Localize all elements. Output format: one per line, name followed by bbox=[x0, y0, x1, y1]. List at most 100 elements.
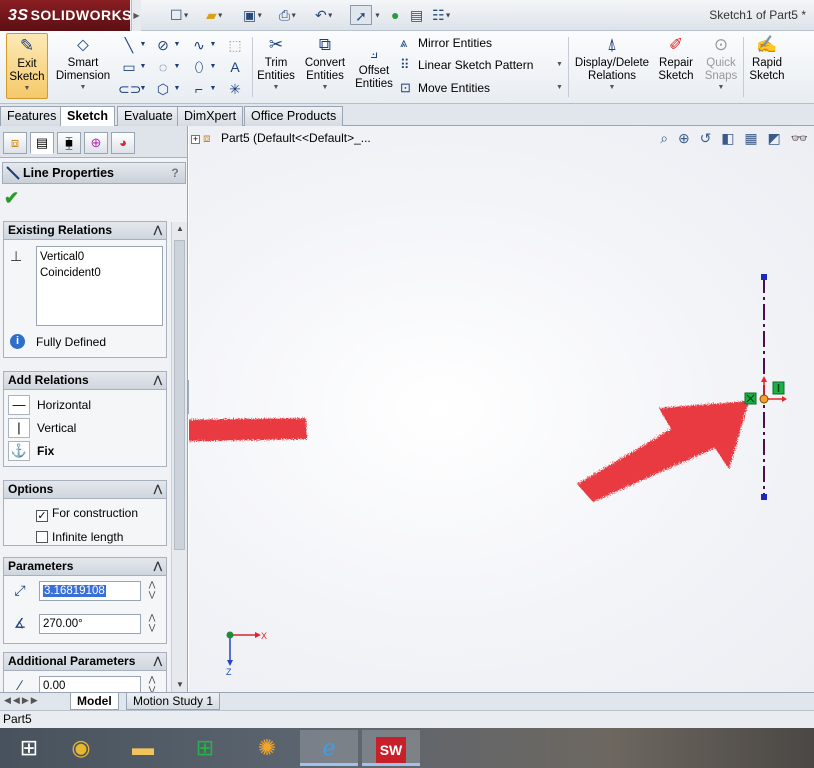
open-button[interactable]: ▰▼ bbox=[206, 5, 236, 25]
feature-manager-tab[interactable]: ⧈ bbox=[3, 132, 27, 154]
line-end-point[interactable] bbox=[761, 494, 767, 500]
spline-icon[interactable]: ∿ bbox=[188, 35, 210, 55]
collapse-icon[interactable]: ⋀ bbox=[154, 653, 162, 670]
collapse-icon[interactable]: ⋀ bbox=[154, 481, 162, 498]
rectangle-icon[interactable]: ▭ bbox=[118, 57, 140, 77]
spline-dropdown[interactable]: ▼ bbox=[208, 35, 218, 55]
additional-parameter-stepper[interactable]: ⋀ ⋁ bbox=[145, 675, 159, 692]
tab-navigation-arrows[interactable]: ◀◀▶▶ bbox=[4, 695, 40, 706]
coincident-relation-icon[interactable] bbox=[744, 392, 757, 405]
list-item[interactable]: Vertical0 bbox=[40, 249, 159, 265]
help-button[interactable]: ? bbox=[168, 165, 182, 181]
angle-stepper[interactable]: ⋀ ⋁ bbox=[145, 613, 159, 635]
select-dropdown[interactable]: ▼ bbox=[374, 5, 386, 25]
solidworks-logo[interactable]: 3S SOLIDWORKS bbox=[0, 0, 132, 31]
file-explorer-taskbar-button[interactable]: ▬ bbox=[114, 730, 172, 766]
scroll-down-icon[interactable]: ▼ bbox=[172, 678, 187, 692]
for-construction-checkbox[interactable]: ✓ For construction bbox=[36, 506, 138, 522]
fix-relation-button[interactable]: ⚓ Fix bbox=[7, 440, 162, 462]
angle-input[interactable]: 270.00° bbox=[39, 614, 141, 634]
move-entities-button[interactable]: ⊡ Move Entities ▼ bbox=[400, 78, 563, 98]
add-relations-header[interactable]: Add Relations ⋀ bbox=[4, 372, 166, 390]
options-button[interactable]: ☷▼ bbox=[432, 5, 462, 25]
collapse-icon[interactable]: ⋀ bbox=[154, 372, 162, 389]
additional-parameter-input[interactable]: 0.00 bbox=[39, 676, 141, 692]
previous-view-icon[interactable]: ↺ bbox=[700, 130, 712, 146]
tab-model[interactable]: Model bbox=[70, 693, 119, 710]
additional-parameters-header[interactable]: Additional Parameters ⋀ bbox=[4, 653, 166, 671]
fillet-icon[interactable]: ⌐ bbox=[188, 79, 210, 99]
feature-tree-root[interactable]: + ⧈ Part5 (Default<<Default>_... bbox=[191, 131, 371, 146]
property-manager-tab[interactable]: ▤ bbox=[30, 132, 54, 154]
start-button[interactable]: ⊞ bbox=[0, 730, 58, 766]
select-button[interactable]: ➚ bbox=[350, 5, 372, 25]
solidworks-taskbar-button[interactable]: SW bbox=[362, 730, 420, 766]
zoom-to-fit-icon[interactable]: ⌕ bbox=[660, 130, 668, 146]
horizontal-relation-button[interactable]: — Horizontal bbox=[7, 394, 162, 416]
ok-check-button[interactable]: ✔ bbox=[4, 188, 19, 209]
existing-relations-list[interactable]: Vertical0 Coincident0 bbox=[36, 246, 163, 326]
ellipse-dropdown[interactable]: ▼ bbox=[208, 57, 218, 77]
section-view-icon[interactable]: ◧ bbox=[721, 130, 734, 146]
internet-explorer-taskbar-button[interactable]: ℯ bbox=[300, 730, 358, 766]
circle-icon[interactable]: ⊘ bbox=[152, 35, 174, 55]
plane-icon[interactable]: ⬚ bbox=[224, 35, 246, 55]
slot-dropdown[interactable]: ▼ bbox=[138, 79, 148, 99]
polygon-icon[interactable]: ⬡ bbox=[152, 79, 174, 99]
line-start-point[interactable] bbox=[761, 274, 767, 280]
vertical-relation-icon[interactable] bbox=[772, 381, 785, 395]
menu-expand-arrow[interactable]: ▶ bbox=[131, 0, 141, 31]
collapse-icon[interactable]: ⋀ bbox=[154, 222, 162, 239]
arc-icon[interactable]: ◌ bbox=[152, 57, 174, 77]
view-orientation-icon[interactable]: ▦ bbox=[744, 130, 757, 146]
slot-icon[interactable]: ⊂⊃ bbox=[118, 79, 141, 99]
options-header[interactable]: Options ⋀ bbox=[4, 481, 166, 499]
tab-dimxpert[interactable]: DimXpert bbox=[177, 106, 244, 126]
chrome-taskbar-button[interactable]: ◉ bbox=[52, 730, 110, 766]
quick-snaps-button[interactable]: ⊙ Quick Snaps ▼ bbox=[701, 33, 741, 99]
store-taskbar-button[interactable]: ⊞ bbox=[176, 730, 234, 766]
circle-dropdown[interactable]: ▼ bbox=[172, 35, 182, 55]
trim-entities-button[interactable]: ✂ Trim Entities ▼ bbox=[254, 33, 298, 99]
length-input[interactable]: 3.16819108 bbox=[39, 581, 141, 601]
panel-scrollbar[interactable]: ▲ ▼ bbox=[171, 222, 187, 692]
fillet-dropdown[interactable]: ▼ bbox=[208, 79, 218, 99]
infinite-length-checkbox[interactable]: Infinite length bbox=[36, 530, 123, 544]
zoom-to-area-icon[interactable]: ⊕ bbox=[678, 130, 690, 146]
print-button[interactable]: ⎙▼ bbox=[279, 5, 309, 25]
sketch-canvas[interactable]: X Z bbox=[189, 126, 814, 692]
length-stepper[interactable]: ⋀ ⋁ bbox=[145, 580, 159, 602]
display-style-icon[interactable]: ◩ bbox=[767, 130, 780, 146]
tab-office-products[interactable]: Office Products bbox=[244, 106, 344, 126]
parameters-header[interactable]: Parameters ⋀ bbox=[4, 558, 166, 576]
save-button[interactable]: ▣▼ bbox=[243, 5, 273, 25]
text-icon[interactable]: A bbox=[224, 57, 246, 77]
list-item[interactable]: Coincident0 bbox=[40, 265, 159, 281]
vertical-relation-button[interactable]: | Vertical bbox=[7, 417, 162, 439]
tab-features[interactable]: Features bbox=[0, 106, 64, 126]
dimxpert-manager-tab[interactable]: ⊕ bbox=[84, 132, 108, 154]
tab-sketch[interactable]: Sketch bbox=[60, 106, 115, 127]
smart-dimension-button[interactable]: ⬦ Smart Dimension ▼ bbox=[52, 33, 114, 99]
undo-button[interactable]: ↶▼ bbox=[315, 5, 345, 25]
scroll-up-icon[interactable]: ▲ bbox=[172, 222, 187, 236]
display-delete-relations-button[interactable]: ⍋ Display/Delete Relations ▼ bbox=[572, 33, 652, 99]
tab-motion-study[interactable]: Motion Study 1 bbox=[126, 693, 221, 710]
graphics-area[interactable]: X Z + ⧈ Part5 (Default<<Default>_... ⌕ ⊕ ↺… bbox=[189, 126, 814, 692]
linear-sketch-pattern-button[interactable]: ⠿ Linear Sketch Pattern ▼ bbox=[400, 55, 563, 75]
rapid-sketch-button[interactable]: ✍ Rapid Sketch bbox=[746, 33, 788, 99]
convert-entities-button[interactable]: ⧉ Convert Entities ▼ bbox=[301, 33, 349, 99]
collapse-icon[interactable]: ⋀ bbox=[154, 558, 162, 575]
photos-taskbar-button[interactable]: ✺ bbox=[238, 730, 296, 766]
scrollbar-thumb[interactable] bbox=[174, 240, 185, 550]
line-icon[interactable]: ╲ bbox=[118, 35, 140, 55]
repair-sketch-button[interactable]: ✐ Repair Sketch bbox=[655, 33, 697, 99]
polygon-dropdown[interactable]: ▼ bbox=[172, 79, 182, 99]
configuration-manager-tab[interactable]: ⧯ bbox=[57, 132, 81, 154]
existing-relations-header[interactable]: Existing Relations ⋀ bbox=[4, 222, 166, 240]
tab-evaluate[interactable]: Evaluate bbox=[117, 106, 180, 126]
mirror-entities-button[interactable]: ⩓ Mirror Entities bbox=[400, 33, 492, 53]
exit-sketch-button[interactable]: ✎ Exit Sketch ▼ bbox=[6, 33, 48, 99]
hide-show-icon[interactable]: 👓 bbox=[791, 130, 808, 146]
point-icon[interactable]: ✳ bbox=[224, 79, 246, 99]
